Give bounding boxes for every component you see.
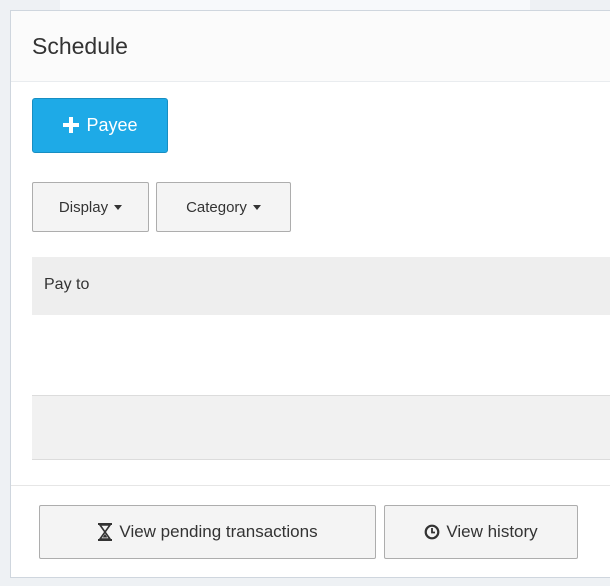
hourglass-icon — [97, 523, 113, 541]
view-history-label: View history — [446, 522, 538, 541]
caret-down-icon — [252, 204, 261, 210]
add-payee-label: Payee — [86, 115, 138, 135]
view-pending-transactions-label: View pending transactions — [119, 522, 318, 541]
display-label: Display — [58, 198, 109, 216]
view-history-button[interactable]: View history — [384, 505, 578, 559]
table-row — [32, 396, 610, 460]
table-header: Pay to — [32, 257, 610, 316]
category-label: Category — [186, 198, 247, 216]
table-row — [32, 315, 610, 396]
clock-icon — [424, 524, 440, 540]
plus-icon — [62, 116, 80, 134]
top-strip-segment — [60, 0, 530, 10]
panel-title: Schedule — [32, 33, 128, 59]
view-pending-transactions-button[interactable]: View pending transactions — [39, 505, 376, 559]
caret-down-icon — [114, 204, 123, 210]
add-payee-button[interactable]: Payee — [32, 98, 168, 153]
schedule-panel: Schedule Payee Display Category Pay to V… — [10, 10, 610, 578]
category-dropdown-button[interactable]: Category — [156, 182, 291, 232]
top-strip — [0, 0, 610, 10]
column-header-pay-to: Pay to — [44, 276, 90, 293]
footer-divider — [11, 485, 610, 486]
panel-header: Schedule — [11, 11, 610, 82]
display-dropdown-button[interactable]: Display — [32, 182, 149, 232]
